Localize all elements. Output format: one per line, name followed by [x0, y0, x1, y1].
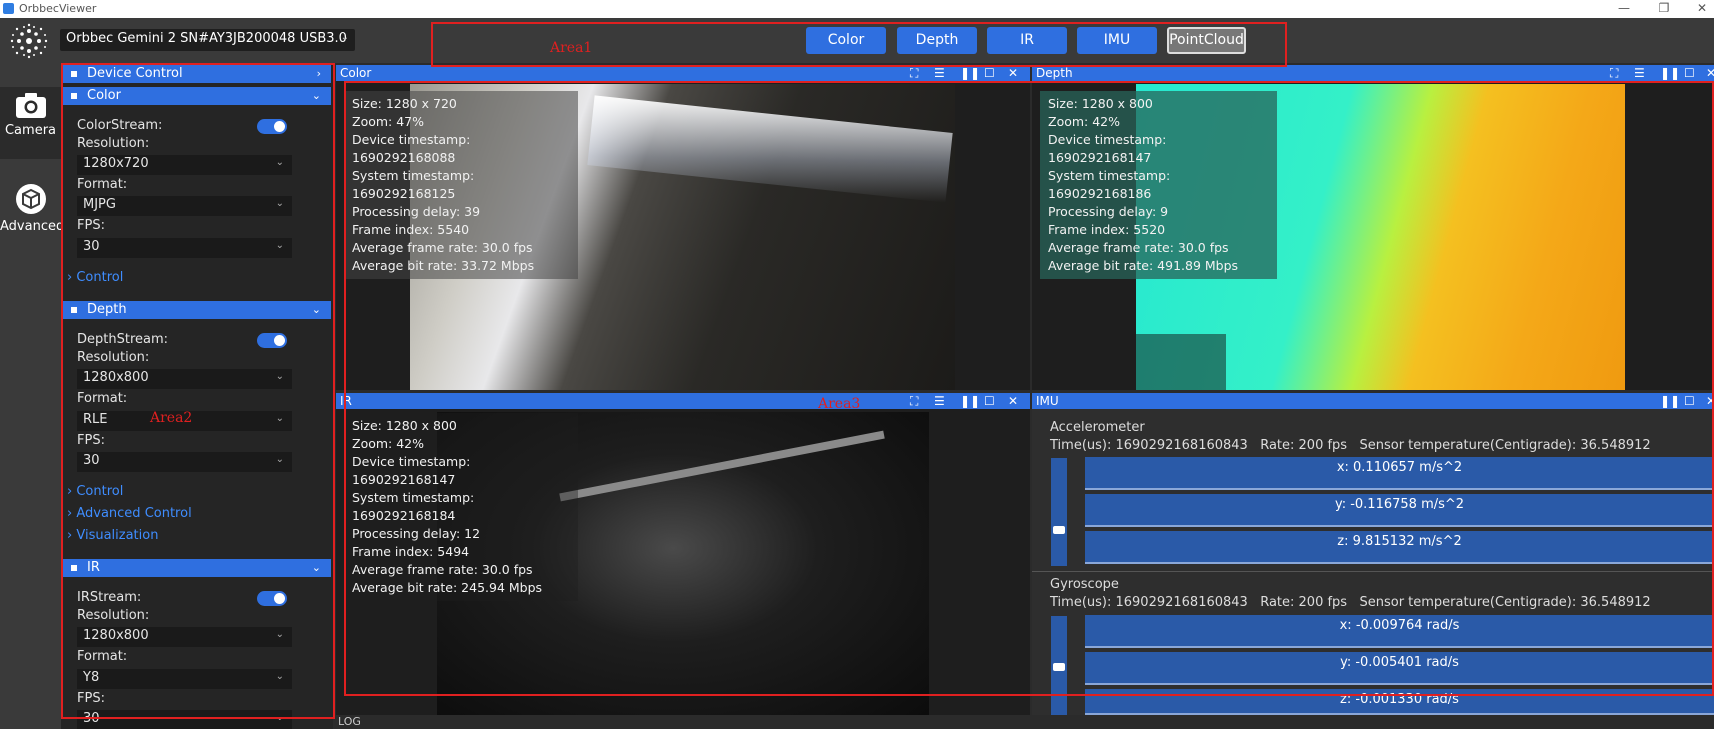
camera-tab-label: Camera — [4, 123, 57, 138]
pause-icon[interactable]: ❚❚ — [1660, 65, 1680, 81]
app-icon — [3, 3, 14, 14]
minimize-icon[interactable]: — — [1614, 1, 1634, 15]
close-pane-icon[interactable]: ✕ — [1706, 65, 1714, 81]
area1-label: Area1 — [550, 40, 593, 56]
cube-icon — [15, 184, 46, 214]
orbbec-logo-icon — [10, 23, 48, 59]
settings-icon[interactable]: ☰ — [1634, 65, 1645, 81]
log-title: LOG — [338, 715, 361, 728]
camera-icon — [15, 93, 46, 118]
device-select-value: Orbbec Gemini 2 SN#AY3JB200048 USB3.0 — [66, 31, 347, 46]
fit-icon[interactable]: ⛶ — [1610, 65, 1618, 81]
window-title: OrbbecViewer — [19, 2, 97, 15]
color-pane-title: Color — [340, 66, 372, 80]
close-icon[interactable]: ✕ — [1692, 1, 1712, 15]
close-pane-icon[interactable]: ✕ — [1008, 65, 1018, 81]
area3-box — [344, 81, 1714, 696]
depth-pane-header[interactable]: Depth ⛶ ☰ ❚❚ ☐ ✕ — [1032, 65, 1714, 81]
advanced-tab-label: Advanced — [0, 219, 65, 234]
area3-label: Area3 — [818, 396, 861, 412]
area2-box — [61, 63, 335, 719]
advanced-tab[interactable]: Advanced — [0, 183, 65, 255]
color-pane-header[interactable]: Color ⛶ ☰ ❚❚ ☐ ✕ — [336, 65, 1030, 81]
pause-icon[interactable]: ❚❚ — [960, 65, 980, 81]
log-panel[interactable]: LOG — [336, 715, 1714, 729]
camera-tab[interactable]: Camera — [0, 87, 61, 159]
maximize-icon[interactable]: ❐ — [1654, 1, 1674, 15]
device-select[interactable]: Orbbec Gemini 2 SN#AY3JB200048 USB3.0 ⌄ — [60, 29, 355, 51]
depth-pane-title: Depth — [1036, 66, 1073, 80]
maximize-pane-icon[interactable]: ☐ — [1684, 65, 1695, 81]
maximize-pane-icon[interactable]: ☐ — [984, 65, 995, 81]
chevron-down-icon: ⌄ — [340, 32, 349, 43]
area2-label: Area2 — [150, 410, 193, 426]
title-bar: OrbbecViewer — ❐ ✕ — [0, 0, 1714, 18]
fit-icon[interactable]: ⛶ — [910, 65, 918, 81]
settings-icon[interactable]: ☰ — [934, 65, 945, 81]
left-icon-bar: Camera Advanced — [0, 63, 65, 729]
